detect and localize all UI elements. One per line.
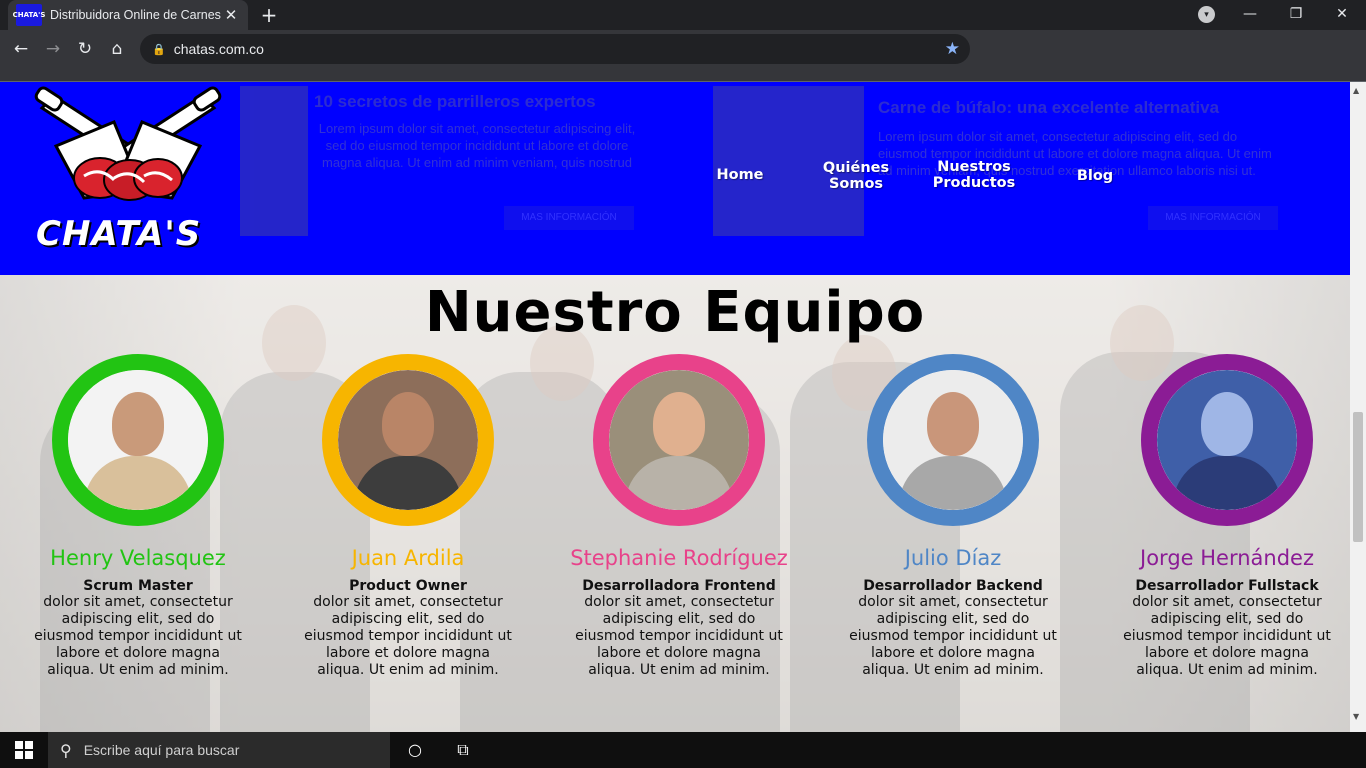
- avatar-photo: [609, 370, 749, 510]
- restore-icon[interactable]: ❐: [1273, 2, 1319, 26]
- avatar-ring: [322, 354, 494, 526]
- member-name: Stephanie Rodríguez: [570, 546, 788, 570]
- close-window-icon[interactable]: ✕: [1319, 2, 1365, 26]
- team-member-card: Henry Velasquez Scrum Master dolor sit a…: [28, 354, 248, 679]
- avatar-ring: [52, 354, 224, 526]
- cleavers-meat-logo-icon: [34, 86, 222, 201]
- member-description: dolor sit amet, consectetur adipiscing e…: [304, 594, 512, 678]
- new-tab-plus-icon[interactable]: +: [258, 3, 280, 27]
- ghost-card-button[interactable]: MAS INFORMACIÓN: [1148, 206, 1278, 230]
- page-scrollbar[interactable]: ▲ ▼: [1350, 82, 1366, 732]
- nav-nuestros-productos[interactable]: Nuestros Productos: [926, 159, 1022, 191]
- address-bar[interactable]: 🔒 chatas.com.co ★: [140, 34, 970, 64]
- member-description: dolor sit amet, consectetur adipiscing e…: [34, 594, 242, 678]
- member-name: Jorge Hernández: [1140, 546, 1314, 570]
- lock-icon[interactable]: 🔒: [152, 43, 166, 56]
- avatar-ring: [867, 354, 1039, 526]
- favicon-icon: CHATA'S: [13, 4, 45, 26]
- member-description: dolor sit amet, consectetur adipiscing e…: [575, 594, 783, 678]
- ghost-card-image: [240, 86, 308, 236]
- forward-arrow-icon[interactable]: →: [40, 36, 66, 62]
- nav-home[interactable]: Home: [706, 167, 774, 183]
- member-description: dolor sit amet, consectetur adipiscing e…: [849, 594, 1057, 678]
- cortana-icon[interactable]: ○: [404, 740, 426, 759]
- avatar-ring: [1141, 354, 1313, 526]
- nav-quienes-somos[interactable]: Quiénes Somos: [812, 160, 900, 192]
- scrollbar-thumb[interactable]: [1353, 412, 1363, 542]
- taskbar-search-box[interactable]: ⚲ Escribe aquí para buscar: [48, 732, 390, 768]
- member-role: Desarrollador Backend: [863, 578, 1043, 594]
- taskbar-search-placeholder[interactable]: Escribe aquí para buscar: [84, 742, 240, 758]
- page-viewport: 10 secretos de parrilleros expertos Lore…: [0, 82, 1350, 732]
- member-role: Product Owner: [349, 578, 467, 594]
- avatar-photo: [883, 370, 1023, 510]
- team-member-card: Stephanie Rodríguez Desarrolladora Front…: [569, 354, 789, 679]
- logo-wordmark: CHATA'S: [36, 214, 202, 254]
- site-logo[interactable]: CHATA'S: [14, 86, 242, 256]
- member-name: Juan Ardila: [351, 546, 465, 570]
- site-header: 10 secretos de parrilleros expertos Lore…: [0, 82, 1350, 275]
- back-arrow-icon[interactable]: ←: [8, 36, 34, 62]
- task-view-icon[interactable]: ⧉: [452, 740, 474, 760]
- tab-search-chevron-icon[interactable]: ▾: [1198, 6, 1215, 23]
- home-icon[interactable]: ⌂: [104, 36, 130, 62]
- ghost-card-title: Carne de búfalo: una excelente alternati…: [878, 98, 1220, 117]
- nav-blog[interactable]: Blog: [1068, 168, 1122, 184]
- team-member-card: Julio Díaz Desarrollador Backend dolor s…: [843, 354, 1063, 679]
- close-tab-icon[interactable]: ✕: [222, 6, 240, 24]
- member-name: Julio Díaz: [904, 546, 1002, 570]
- browser-tab-strip: CHATA'S Distribuidora Online de Carnes ✕…: [0, 0, 1366, 30]
- avatar-photo: [68, 370, 208, 510]
- team-section-title: Nuestro Equipo: [424, 280, 926, 345]
- member-description: dolor sit amet, consectetur adipiscing e…: [1123, 594, 1331, 678]
- search-icon: ⚲: [60, 740, 72, 760]
- avatar-photo: [1157, 370, 1297, 510]
- scroll-down-arrow-icon[interactable]: ▼: [1353, 712, 1359, 721]
- tab-title: Distribuidora Online de Carnes: [50, 8, 221, 22]
- ghost-card-text: Lorem ipsum dolor sit amet, consectetur …: [318, 121, 636, 170]
- windows-start-icon[interactable]: [0, 732, 48, 768]
- member-role: Desarrolladora Frontend: [582, 578, 776, 594]
- reload-icon[interactable]: ↻: [72, 36, 98, 62]
- minimize-icon[interactable]: —: [1227, 2, 1273, 26]
- browser-toolbar: ← → ↻ ⌂ 🔒 chatas.com.co ★: [0, 30, 1366, 68]
- bookmarks-bar-spacer: [0, 68, 1366, 82]
- scroll-up-arrow-icon[interactable]: ▲: [1353, 86, 1359, 95]
- avatar-ring: [593, 354, 765, 526]
- url-text[interactable]: chatas.com.co: [174, 41, 945, 57]
- ghost-card-title: 10 secretos de parrilleros expertos: [314, 92, 596, 111]
- browser-tab[interactable]: CHATA'S Distribuidora Online de Carnes ✕: [8, 0, 248, 30]
- team-member-card: Juan Ardila Product Owner dolor sit amet…: [298, 354, 518, 679]
- team-member-card: Jorge Hernández Desarrollador Fullstack …: [1117, 354, 1337, 679]
- member-role: Desarrollador Fullstack: [1135, 578, 1319, 594]
- member-name: Henry Velasquez: [50, 546, 226, 570]
- windows-taskbar: ⚲ Escribe aquí para buscar ○ ⧉: [0, 732, 1366, 768]
- member-role: Scrum Master: [83, 578, 193, 594]
- bookmark-star-icon[interactable]: ★: [945, 39, 960, 59]
- ghost-card-button[interactable]: MAS INFORMACIÓN: [504, 206, 634, 230]
- avatar-photo: [338, 370, 478, 510]
